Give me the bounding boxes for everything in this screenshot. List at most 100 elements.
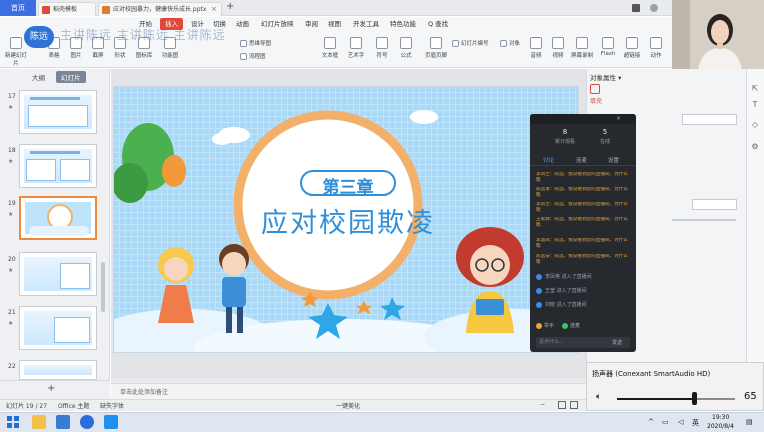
chat-message: 李淑凤：陈远、我没看到您的直播间、为什么嗯 bbox=[536, 238, 628, 249]
fill-type-dropdown[interactable] bbox=[682, 114, 737, 125]
chat-join-notice: 李凤英 进入了直播间 bbox=[536, 273, 592, 280]
slide-thumbnail-active[interactable] bbox=[19, 196, 97, 240]
home-tab[interactable]: 首页 bbox=[0, 0, 36, 16]
close-tab-icon[interactable]: × bbox=[211, 3, 217, 16]
tool-label: 图片 bbox=[70, 53, 82, 59]
new-tab-button[interactable]: + bbox=[226, 1, 234, 12]
slide-thumbnail[interactable] bbox=[19, 144, 97, 188]
live-chat-panel bbox=[530, 114, 636, 352]
slide-title: 应对校园欺凌 bbox=[261, 208, 435, 239]
chat-tab-settings[interactable]: 设置 bbox=[608, 156, 619, 164]
tab-document[interactable]: 应对校园暴力，健康快乐成长.pptx × bbox=[98, 2, 222, 16]
textbox-button[interactable]: 文本框 bbox=[318, 37, 342, 59]
raise-hand-toggle[interactable]: 举手 bbox=[536, 322, 554, 329]
beautify-button[interactable]: 一键美化 bbox=[336, 401, 360, 410]
speaker-icon[interactable]: 🔈︎ bbox=[596, 392, 601, 402]
tab-slideshow[interactable]: 幻灯片放映 bbox=[261, 18, 294, 30]
clock-time[interactable]: 19:30 bbox=[712, 414, 729, 421]
mic-toggle[interactable]: 连麦 bbox=[562, 322, 580, 329]
action-button[interactable]: 动作 bbox=[644, 37, 668, 59]
header-footer-button[interactable]: 页眉页脚 bbox=[424, 37, 448, 59]
pointer-icon[interactable]: ⇱ bbox=[750, 84, 760, 94]
slide-number-button[interactable]: 幻灯片编号 bbox=[452, 39, 492, 47]
formula-button[interactable]: 公式 bbox=[394, 37, 418, 59]
window-layout-icon[interactable] bbox=[632, 4, 640, 12]
header-footer-icon bbox=[430, 37, 442, 49]
tab-slides[interactable]: 幻灯片 bbox=[56, 71, 86, 83]
side-toolbar bbox=[746, 69, 764, 369]
tab-view[interactable]: 视图 bbox=[328, 18, 341, 30]
tab-outline[interactable]: 大纲 bbox=[32, 72, 45, 82]
clock-date[interactable]: 2020/8/4 bbox=[707, 423, 734, 430]
settings-icon[interactable]: ⚙ bbox=[750, 142, 760, 152]
tray-chevron-icon[interactable]: ^ bbox=[648, 418, 654, 426]
chat-send-button[interactable]: 发送 bbox=[612, 339, 622, 346]
slide-thumbnail[interactable] bbox=[19, 360, 97, 380]
tab-special[interactable]: 特色功能 bbox=[390, 18, 416, 30]
sorter-view-icon[interactable] bbox=[570, 401, 578, 409]
notes-pane[interactable] bbox=[111, 383, 586, 399]
normal-view-icon[interactable] bbox=[558, 401, 566, 409]
hyperlink-button[interactable]: 超链接 bbox=[620, 37, 644, 59]
online-count: 5 bbox=[602, 128, 608, 136]
browser-icon[interactable] bbox=[56, 415, 70, 429]
slide-thumbnail[interactable] bbox=[19, 306, 97, 350]
tab-animation[interactable]: 动画 bbox=[236, 18, 249, 30]
input-method[interactable]: 英 bbox=[692, 418, 699, 428]
chat-tab-mic[interactable]: 连麦 bbox=[576, 156, 587, 164]
missing-font-notice[interactable]: 缺失字体 bbox=[100, 401, 124, 410]
join-text: 王莹 进入了直播间 bbox=[545, 288, 587, 294]
zoom-out-button[interactable]: − bbox=[540, 401, 545, 408]
wordart-button[interactable]: 艺术字 bbox=[344, 37, 368, 59]
screen-record-button[interactable]: 屏幕录制 bbox=[570, 37, 594, 59]
mindmap-button[interactable]: 思维导图 bbox=[240, 39, 280, 47]
account-icon[interactable] bbox=[650, 4, 658, 12]
tool-label: 视频 bbox=[552, 53, 564, 59]
chat-tab-discuss[interactable]: 讨论 bbox=[543, 156, 554, 164]
transparency-slider[interactable] bbox=[672, 219, 736, 221]
tool-label: 对象 bbox=[509, 41, 521, 47]
tab-developer[interactable]: 开发工具 bbox=[353, 18, 379, 30]
thumb-content bbox=[28, 105, 88, 127]
file-explorer-icon[interactable] bbox=[32, 415, 46, 429]
fill-bucket-icon[interactable] bbox=[590, 84, 600, 94]
mindmap-icon bbox=[240, 40, 247, 47]
slide-thumbnail[interactable] bbox=[19, 252, 97, 296]
tab-fill[interactable]: 填充 bbox=[590, 96, 602, 105]
network-icon[interactable]: ▭ bbox=[662, 418, 669, 426]
star-icon: ★ bbox=[8, 211, 14, 218]
user-avatar-icon bbox=[536, 287, 542, 294]
close-chat-icon[interactable]: × bbox=[616, 115, 621, 122]
search-button[interactable]: Q 查找 bbox=[428, 18, 448, 30]
tab-docer[interactable]: 稻壳模板 bbox=[38, 2, 96, 16]
thumbnail-scrollbar[interactable] bbox=[101, 262, 105, 312]
flash-button[interactable]: Flash bbox=[596, 37, 620, 57]
notification-icon[interactable]: ▤ bbox=[746, 418, 753, 426]
meeting-app-icon[interactable] bbox=[80, 415, 94, 429]
properties-title[interactable]: 对象属性 ▾ bbox=[590, 72, 621, 82]
theme-name[interactable]: Office 主题 bbox=[58, 401, 89, 410]
transparency-dropdown[interactable] bbox=[692, 199, 737, 210]
add-slide-button[interactable]: + bbox=[47, 383, 55, 394]
symbol-button[interactable]: 符号 bbox=[370, 37, 394, 59]
volume-slider-thumb[interactable] bbox=[692, 392, 697, 405]
tab-review[interactable]: 审阅 bbox=[305, 18, 318, 30]
notes-placeholder[interactable]: 单击此处添加备注 bbox=[120, 387, 168, 396]
flowchart-button[interactable]: 流程图 bbox=[240, 52, 280, 60]
windows-start-icon[interactable] bbox=[6, 415, 20, 429]
shape-style-icon[interactable]: ◇ bbox=[750, 120, 760, 130]
current-slide[interactable]: 第三章 应对校园欺凌 bbox=[113, 86, 579, 353]
video-button[interactable]: 视频 bbox=[546, 37, 570, 59]
text-icon[interactable]: T bbox=[750, 100, 760, 110]
audio-button[interactable]: 音频 bbox=[524, 37, 548, 59]
slide-thumbnail[interactable] bbox=[19, 90, 97, 134]
volume-tray-icon[interactable]: ◁ bbox=[678, 418, 683, 426]
volume-level: 65 bbox=[744, 391, 757, 402]
star-icon: ★ bbox=[8, 104, 14, 111]
chat-join-notice: 王莹 进入了直播间 bbox=[536, 287, 587, 294]
live-app-icon[interactable] bbox=[104, 415, 118, 429]
tool-label: 图标库 bbox=[135, 53, 153, 59]
thumb-content bbox=[60, 159, 90, 181]
speaker-icon bbox=[530, 37, 542, 49]
textbox-icon bbox=[324, 37, 336, 49]
